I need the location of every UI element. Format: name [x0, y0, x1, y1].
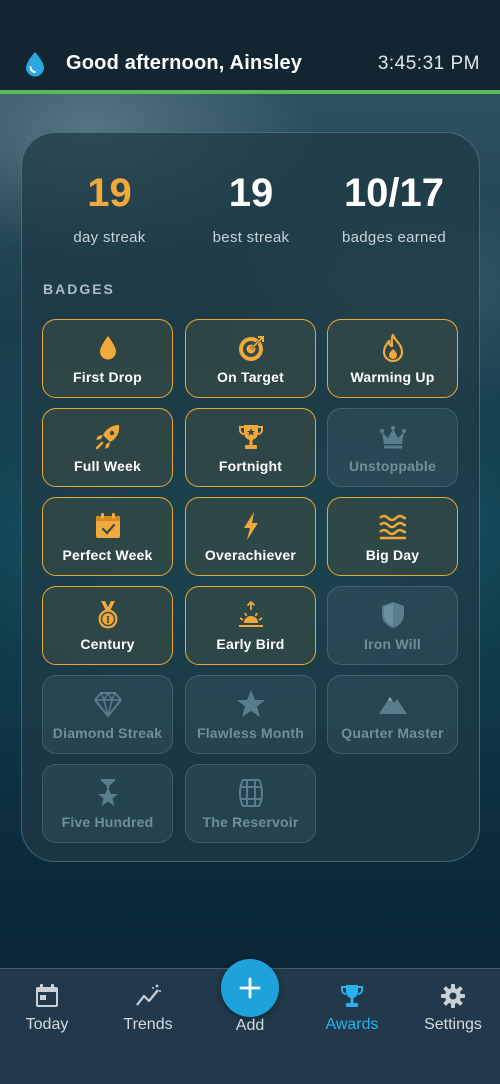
target-icon — [238, 336, 264, 361]
badge-name: Quarter Master — [341, 725, 444, 741]
badge-name: Fortnight — [218, 458, 283, 474]
star-trophy-icon — [97, 779, 118, 806]
badge-five-hundred[interactable]: Five Hundred — [42, 764, 173, 843]
flame-icon — [382, 333, 403, 363]
clock-time: 3:45:31 PM — [377, 53, 480, 74]
badge-name: Diamond Streak — [52, 725, 163, 741]
stat-value: 10/17 — [343, 171, 445, 215]
stat-value: 19 — [87, 171, 132, 215]
water-drop-icon — [26, 52, 44, 77]
nav-item-today[interactable]: Today — [2, 983, 92, 1034]
badge-name: Early Bird — [216, 636, 285, 652]
badges-grid: First Drop On Target Warming Up Full Wee… — [42, 319, 460, 845]
stat-value: 19 — [228, 171, 274, 215]
badge-name: First Drop — [73, 369, 142, 385]
badge-name: Century — [80, 636, 135, 652]
badge-warming-up[interactable]: Warming Up — [327, 319, 458, 398]
badge-name: Five Hundred — [61, 814, 154, 830]
trophy-icon — [341, 985, 363, 1007]
nav-item-awards[interactable]: Awards — [307, 983, 397, 1034]
badge-quarter-master[interactable]: Quarter Master — [327, 675, 458, 754]
awards-card: 19 day streak 19 best streak 10/17 badge… — [21, 132, 480, 862]
plus-icon — [239, 977, 261, 999]
badge-name: Perfect Week — [62, 547, 153, 563]
add-label: Add — [235, 1017, 265, 1034]
badge-iron-will[interactable]: Iron Will — [327, 586, 458, 665]
badge-name: The Reservoir — [202, 814, 299, 830]
gear-icon — [441, 984, 465, 1008]
badge-name: Unstoppable — [349, 458, 436, 474]
nav-label: Awards — [325, 1016, 379, 1033]
crown-icon — [379, 426, 406, 449]
badge-unstoppable[interactable]: Unstoppable — [327, 408, 458, 487]
badge-the-reservoir[interactable]: The Reservoir — [185, 764, 316, 843]
rocket-icon — [95, 425, 119, 450]
badge-overachiever[interactable]: Overachiever — [185, 497, 316, 576]
badge-big-day[interactable]: Big Day — [327, 497, 458, 576]
stat-day-streak: 19 day streak — [62, 173, 157, 246]
trend-icon — [136, 984, 161, 1006]
badge-name: Flawless Month — [196, 725, 305, 741]
diamond-icon — [93, 691, 122, 718]
mountain-icon — [378, 697, 407, 714]
badge-on-target[interactable]: On Target — [185, 319, 316, 398]
greeting-text: Good afternoon, Ainsley — [66, 52, 303, 74]
badge-early-bird[interactable]: Early Bird — [185, 586, 316, 665]
stat-label: day streak — [73, 229, 146, 246]
badge-century[interactable]: I Century — [42, 586, 173, 665]
app-header: Good afternoon, Ainsley 3:45:31 PM — [0, 0, 500, 94]
svg-text:I: I — [106, 615, 110, 626]
bottom-nav: Today Trends Add Awards Settings — [0, 959, 500, 1084]
badge-name: Overachiever — [204, 547, 297, 563]
waves-icon — [378, 514, 406, 540]
badge-name: Big Day — [365, 547, 420, 563]
badge-name: Warming Up — [350, 369, 435, 385]
badges-section-title: BADGES — [43, 281, 115, 297]
stat-best-streak: 19 best streak — [200, 173, 302, 246]
badge-fortnight[interactable]: Fortnight — [185, 408, 316, 487]
star-icon — [236, 690, 265, 717]
drop-icon — [99, 336, 116, 360]
medal-icon: I — [98, 601, 117, 629]
badge-name: On Target — [217, 369, 284, 385]
barrel-icon — [238, 779, 263, 807]
stat-badges-earned: 10/17 badges earned — [330, 173, 458, 246]
add-button[interactable] — [221, 959, 279, 1017]
stat-label: best streak — [212, 229, 290, 246]
nav-label: Trends — [123, 1016, 173, 1033]
nav-label: Today — [25, 1016, 69, 1033]
calendar-icon — [36, 984, 58, 1007]
badge-flawless-month[interactable]: Flawless Month — [185, 675, 316, 754]
trophy-icon — [238, 425, 263, 449]
badge-name: Iron Will — [364, 636, 421, 652]
nav-item-settings[interactable]: Settings — [408, 983, 498, 1034]
nav-item-trends[interactable]: Trends — [103, 983, 193, 1034]
badge-diamond-streak[interactable]: Diamond Streak — [42, 675, 173, 754]
sunrise-icon — [238, 600, 263, 627]
shield-icon — [381, 602, 404, 628]
badge-full-week[interactable]: Full Week — [42, 408, 173, 487]
badge-first-drop[interactable]: First Drop — [42, 319, 173, 398]
badge-name: Full Week — [74, 458, 141, 474]
calendar-check-icon — [95, 513, 120, 538]
nav-label: Settings — [424, 1016, 482, 1033]
badge-perfect-week[interactable]: Perfect Week — [42, 497, 173, 576]
stat-label: badges earned — [342, 229, 446, 246]
bolt-icon — [243, 512, 258, 540]
